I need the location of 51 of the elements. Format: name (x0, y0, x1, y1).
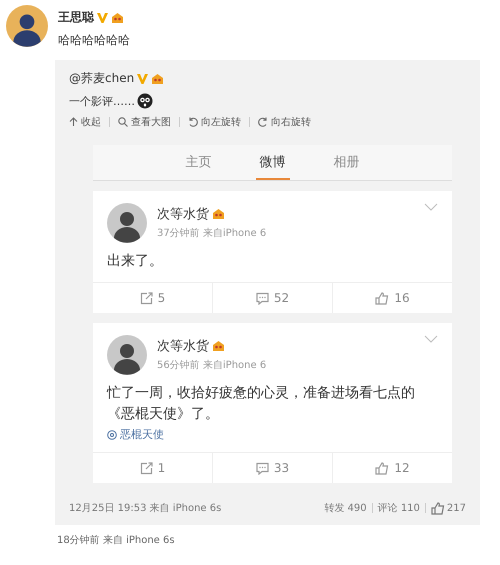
search-icon (118, 117, 128, 127)
topic-link[interactable]: 恶棍天使 (120, 427, 164, 442)
post-text: 哈哈哈哈哈哈 (58, 32, 130, 49)
toolbar-button[interactable]: 收起 (69, 115, 101, 129)
thumbs-up-icon (375, 292, 390, 304)
thumbs-up-icon (430, 502, 445, 514)
avatar (107, 335, 147, 375)
stat-button[interactable]: 评论 110 (378, 501, 420, 515)
chevron-down-icon[interactable] (424, 203, 438, 211)
action-button[interactable]: 5 (93, 283, 212, 313)
post-text: 忙了一周，收拾好疲惫的心灵，准备进场看七点的《恶棍天使》了。 (106, 384, 416, 424)
badge-icon (111, 12, 124, 24)
action-button[interactable]: 12 (332, 453, 452, 483)
avatar (107, 203, 147, 243)
action-button[interactable]: 16 (332, 283, 452, 313)
action-button[interactable]: 1 (93, 453, 212, 483)
tab[interactable]: 微博 (256, 145, 290, 180)
toolbar-button[interactable]: 查看大图 (118, 115, 171, 129)
badge-icon (212, 340, 225, 352)
author-name[interactable]: 次等水货 (157, 205, 209, 223)
author-name[interactable]: 王思聪 (58, 9, 94, 26)
author-name[interactable]: 次等水货 (157, 337, 209, 355)
repost-text: 一个影评…… (69, 94, 135, 108)
avatar (6, 5, 48, 47)
tab[interactable]: 相册 (330, 145, 364, 180)
badge-icon (212, 208, 225, 220)
badge-icon (151, 72, 164, 84)
action-button[interactable]: 52 (212, 283, 332, 313)
stat-button[interactable]: 转发 490 (324, 501, 367, 515)
stat-button[interactable]: 217 (430, 502, 466, 514)
post-meta: 37分钟前 来自iPhone 6 (157, 226, 266, 240)
tab[interactable]: 主页 (182, 145, 216, 180)
post-time: 12月25日 19:53 来自 iPhone 6s (69, 502, 222, 515)
post-time: 18分钟前 来自 iPhone 6s (57, 534, 176, 547)
post-text: 出来了。 (106, 252, 164, 271)
share-icon (140, 462, 153, 474)
comment-icon (256, 462, 269, 474)
emoji-icon (137, 93, 153, 109)
topic-icon (107, 430, 117, 440)
reposted-author[interactable]: @荞麦chen (69, 70, 134, 87)
arrow-up-icon (69, 117, 78, 127)
chevron-down-icon[interactable] (424, 335, 438, 343)
post-meta: 56分钟前 来自iPhone 6 (157, 358, 266, 372)
share-icon (140, 292, 153, 304)
rotate-right-icon (258, 117, 268, 127)
toolbar-button[interactable]: 向右旋转 (258, 115, 311, 129)
rotate-left-icon (188, 117, 198, 127)
action-button[interactable]: 33 (212, 453, 332, 483)
thumbs-up-icon (375, 462, 390, 474)
comment-icon (256, 292, 269, 304)
toolbar-button[interactable]: 向左旋转 (188, 115, 241, 129)
